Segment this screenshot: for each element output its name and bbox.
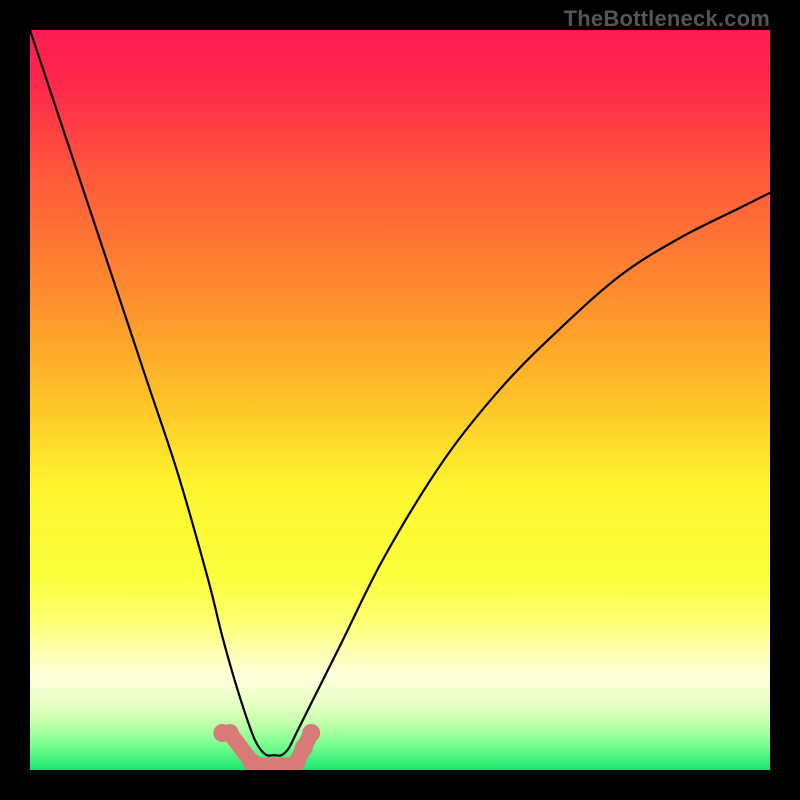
marker-dot <box>302 724 320 742</box>
chart-frame: TheBottleneck.com <box>0 0 800 800</box>
watermark-text: TheBottleneck.com <box>564 6 770 32</box>
marker-dot <box>221 724 239 742</box>
plot-area <box>30 30 770 770</box>
bottleneck-curve <box>30 30 770 756</box>
curve-svg <box>30 30 770 770</box>
green-range-markers <box>213 724 320 770</box>
